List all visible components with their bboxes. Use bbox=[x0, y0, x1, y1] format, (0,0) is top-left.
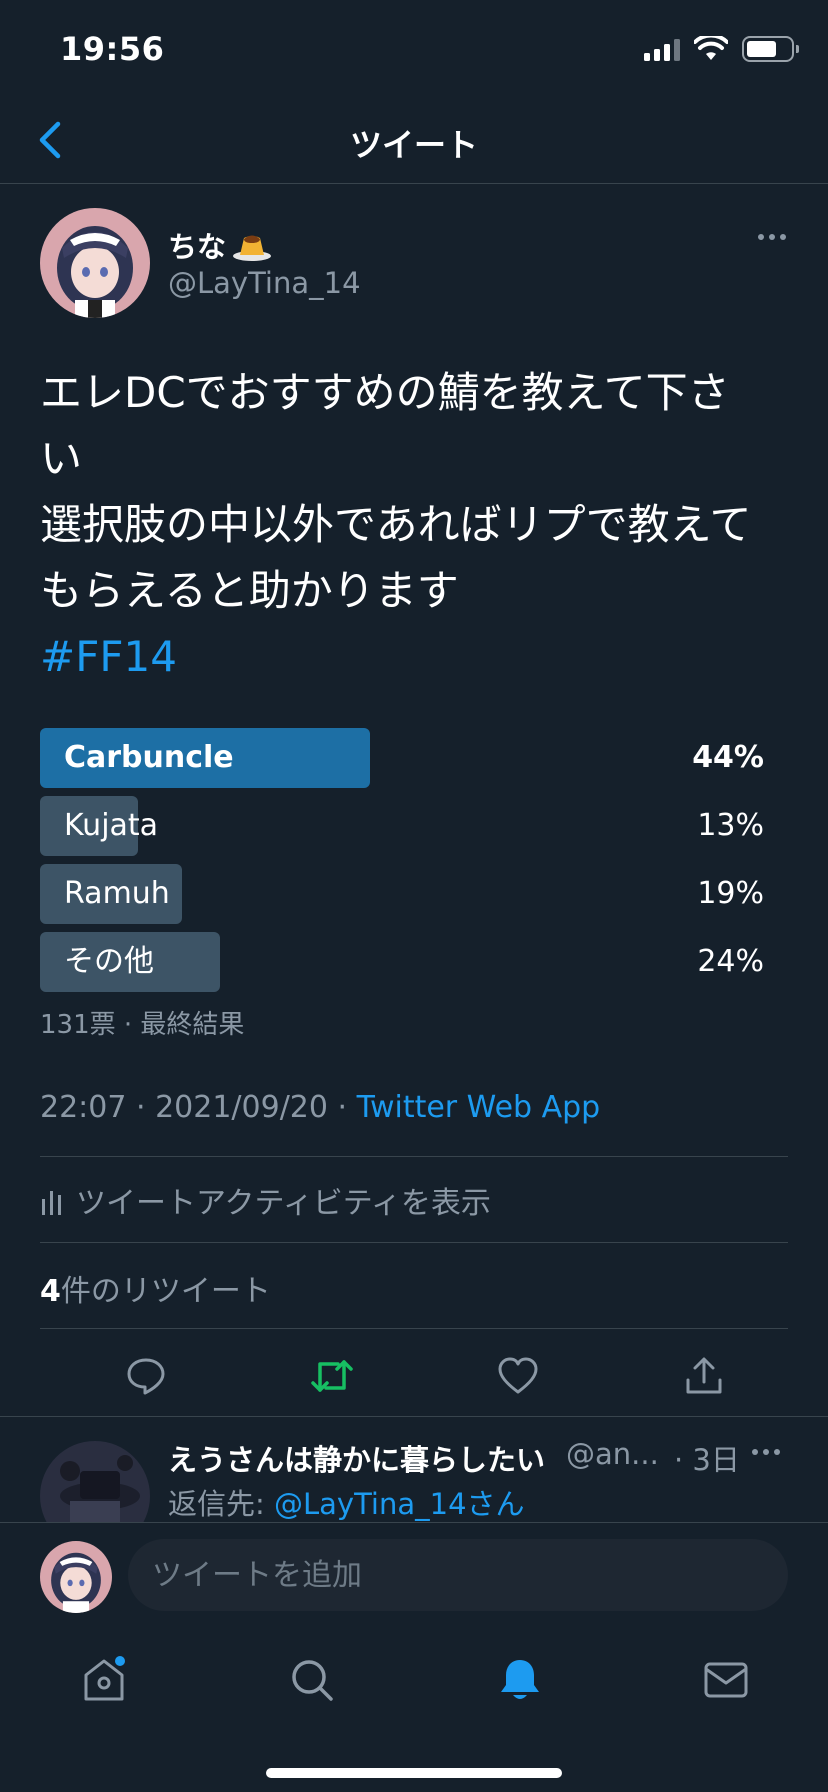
activity-label: ツイートアクティビティを表示 bbox=[76, 1186, 491, 1221]
reply-input[interactable] bbox=[128, 1539, 788, 1611]
poll-option-label: Kujata bbox=[64, 808, 159, 843]
poll-option-percent: 19% bbox=[697, 876, 764, 911]
reply-to-prefix: 返信先: bbox=[168, 1487, 274, 1521]
reply-time: · 3日 bbox=[674, 1443, 740, 1477]
speech-bubble-icon bbox=[127, 1358, 165, 1395]
source-link[interactable]: Twitter Web App bbox=[357, 1090, 601, 1125]
analytics-icon bbox=[42, 1191, 61, 1215]
retweet-count: 4 bbox=[40, 1274, 61, 1309]
status-icons bbox=[644, 36, 799, 62]
wifi-icon bbox=[694, 36, 728, 60]
home-indicator bbox=[266, 1768, 562, 1778]
retweet-button[interactable] bbox=[304, 1348, 360, 1404]
share-icon bbox=[686, 1357, 722, 1394]
poll-option-label: その他 bbox=[64, 944, 154, 979]
poll-option: Kujata 13% bbox=[40, 796, 764, 856]
hashtag-link[interactable]: #FF14 bbox=[40, 624, 790, 690]
poll-option-label: Ramuh bbox=[64, 876, 170, 911]
divider bbox=[40, 1328, 788, 1329]
poll-option-percent: 13% bbox=[697, 808, 764, 843]
battery-icon bbox=[742, 36, 799, 62]
tab-messages[interactable] bbox=[696, 1650, 756, 1710]
cellular-signal-icon bbox=[644, 37, 680, 61]
tweet-actions bbox=[40, 1348, 788, 1404]
divider bbox=[40, 1242, 788, 1243]
tab-home[interactable] bbox=[74, 1650, 134, 1710]
composer-avatar bbox=[40, 1541, 112, 1613]
reply-more-options-button[interactable] bbox=[752, 1449, 780, 1455]
tab-notifications[interactable] bbox=[490, 1650, 550, 1710]
poll-option: その他 24% bbox=[40, 932, 764, 992]
header: ツイート bbox=[0, 100, 828, 184]
tab-search[interactable] bbox=[282, 1650, 342, 1710]
tweet-activity-button[interactable]: ツイートアクティビティを表示 bbox=[40, 1178, 491, 1222]
reply-avatar[interactable] bbox=[40, 1441, 150, 1522]
retweet-count-link[interactable]: 4件のリツイート bbox=[40, 1266, 271, 1310]
author-name-text: ちな bbox=[168, 230, 227, 264]
poll-option: Carbuncle 44% bbox=[40, 728, 764, 788]
tab-bar bbox=[0, 1628, 828, 1792]
divider bbox=[40, 1156, 788, 1157]
status-time: 19:56 bbox=[60, 30, 165, 68]
author-handle[interactable]: @LayTina_14 bbox=[168, 266, 361, 300]
heart-icon bbox=[498, 1357, 538, 1394]
poll-option-percent: 44% bbox=[692, 740, 764, 775]
reply-to-mention[interactable]: @LayTina_14さん bbox=[274, 1487, 525, 1521]
tweet-text-line: エレDCでおすすめの鯖を教えて下さ bbox=[40, 368, 730, 417]
home-icon bbox=[84, 1656, 125, 1701]
reply-author-handle: @an... bbox=[566, 1437, 659, 1471]
retweet-label: 件のリツイート bbox=[60, 1274, 271, 1309]
poll-option: Ramuh 19% bbox=[40, 864, 764, 924]
reply-item[interactable]: えうさんは静かに暮らしたい @an... · 3日 返信先: @LayTina_… bbox=[0, 1416, 828, 1522]
tweet-text-line: い bbox=[40, 434, 83, 483]
share-button[interactable] bbox=[676, 1348, 732, 1404]
reply-composer bbox=[0, 1522, 828, 1628]
reply-button[interactable] bbox=[118, 1348, 174, 1404]
author-avatar[interactable] bbox=[40, 208, 150, 318]
timestamp-text: 22:07 · 2021/09/20 · bbox=[40, 1090, 357, 1125]
search-icon bbox=[292, 1660, 333, 1701]
like-button[interactable] bbox=[490, 1348, 546, 1404]
poll-option-label: Carbuncle bbox=[64, 740, 234, 775]
reply-author-name[interactable]: えうさんは静かに暮らしたい bbox=[168, 1437, 545, 1479]
poll-meta: 131票 · 最終結果 bbox=[40, 1010, 245, 1040]
page-title: ツイート bbox=[349, 126, 478, 164]
tweet-text-line: もらえると助かります bbox=[40, 566, 459, 615]
mail-icon bbox=[704, 1662, 748, 1698]
poll: Carbuncle 44% Kujata 13% Ramuh 19% その他 24% bbox=[40, 728, 764, 1000]
tweet-timestamp: 22:07 · 2021/09/20 · Twitter Web App bbox=[40, 1090, 600, 1125]
tweet-text-line: 選択肢の中以外であればリプで教えて bbox=[40, 500, 752, 549]
tweet-text: エレDCでおすすめの鯖を教えて下さ い 選択肢の中以外であればリプで教えて もら… bbox=[40, 360, 790, 690]
poll-option-percent: 24% bbox=[697, 944, 764, 979]
author-name[interactable]: ちな bbox=[168, 224, 272, 266]
status-bar: 19:56 bbox=[0, 0, 828, 100]
bell-icon bbox=[501, 1660, 539, 1699]
pudding-emoji-icon bbox=[233, 235, 272, 261]
reply-to: 返信先: @LayTina_14さん bbox=[168, 1481, 525, 1522]
more-options-button[interactable] bbox=[752, 228, 792, 246]
retweet-icon bbox=[311, 1360, 353, 1392]
